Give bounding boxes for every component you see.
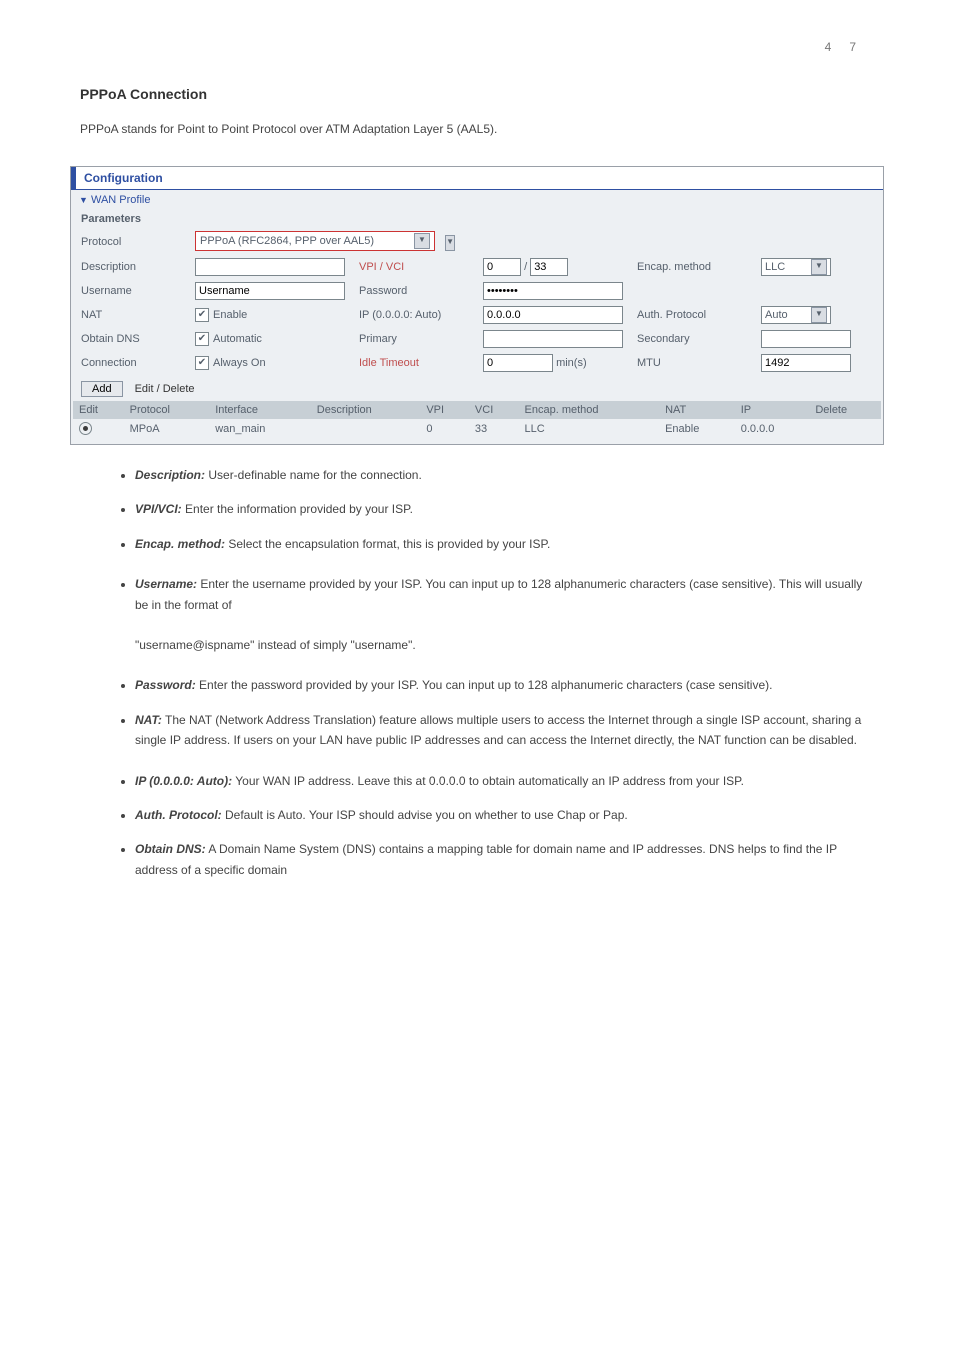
lbl-protocol: Protocol bbox=[81, 236, 191, 248]
panel-section[interactable]: ▼ WAN Profile bbox=[71, 190, 883, 210]
description-list-2: Password: Enter the password provided by… bbox=[80, 675, 874, 880]
lbl-primary: Primary bbox=[359, 333, 479, 345]
auth-select[interactable]: Auto ▼ bbox=[761, 306, 831, 324]
chevron-down-icon[interactable]: ▼ bbox=[811, 307, 827, 323]
description-list: Description: User-definable name for the… bbox=[80, 465, 874, 615]
heading-pppoa: PPPoA Connection bbox=[80, 86, 874, 102]
profile-table: Edit Protocol Interface Description VPI … bbox=[73, 401, 881, 438]
list-item: IP (0.0.0.0: Auto): Your WAN IP address.… bbox=[135, 771, 874, 791]
lbl-obtain-dns: Obtain DNS bbox=[81, 333, 191, 345]
config-panel: Configuration ▼ WAN Profile Parameters P… bbox=[70, 166, 884, 445]
list-item: Auth. Protocol: Default is Auto. Your IS… bbox=[135, 805, 874, 825]
ip-input[interactable] bbox=[483, 306, 623, 324]
chevron-down-icon[interactable]: ▼ bbox=[811, 259, 827, 275]
cell-description bbox=[311, 419, 421, 438]
lbl-vpi-vci: VPI / VCI bbox=[359, 261, 479, 273]
nat-chk-label: Enable bbox=[213, 309, 247, 321]
secondary-input[interactable] bbox=[761, 330, 851, 348]
list-item: Username: Enter the username provided by… bbox=[135, 574, 874, 615]
th-protocol: Protocol bbox=[124, 401, 210, 419]
chevron-down-icon[interactable]: ▼ bbox=[445, 235, 455, 251]
list-item: VPI/VCI: Enter the information provided … bbox=[135, 499, 874, 519]
cell-protocol: MPoA bbox=[124, 419, 210, 438]
chevron-down-icon: ▼ bbox=[79, 195, 88, 205]
encap-value: LLC bbox=[765, 261, 785, 273]
lbl-encap: Encap. method bbox=[637, 261, 757, 273]
auth-value: Auto bbox=[765, 309, 788, 321]
lbl-auth: Auth. Protocol bbox=[637, 309, 757, 321]
th-ip: IP bbox=[735, 401, 810, 419]
table-row: MPoA wan_main 0 33 LLC Enable 0.0.0.0 bbox=[73, 419, 881, 438]
parameters-label: Parameters bbox=[71, 210, 883, 228]
intro-line: PPPoA stands for Point to Point Protocol… bbox=[80, 122, 874, 136]
lbl-ip: IP (0.0.0.0: Auto) bbox=[359, 309, 479, 321]
cell-interface: wan_main bbox=[209, 419, 311, 438]
encap-select[interactable]: LLC ▼ bbox=[761, 258, 831, 276]
lbl-secondary: Secondary bbox=[637, 333, 757, 345]
primary-input[interactable] bbox=[483, 330, 623, 348]
cell-encap: LLC bbox=[519, 419, 660, 438]
lbl-password: Password bbox=[359, 285, 479, 297]
page-number: 47 bbox=[80, 40, 874, 54]
checkbox-icon: ✔ bbox=[195, 332, 209, 346]
list-item-cont: "username@ispname" instead of simply "us… bbox=[135, 635, 874, 655]
dns-checkbox[interactable]: ✔ Automatic bbox=[195, 332, 355, 346]
username-input[interactable] bbox=[195, 282, 345, 300]
cell-nat: Enable bbox=[659, 419, 735, 438]
add-button[interactable]: Add bbox=[81, 381, 123, 397]
th-nat: NAT bbox=[659, 401, 735, 419]
th-edit: Edit bbox=[73, 401, 124, 419]
lbl-description: Description bbox=[81, 261, 191, 273]
th-interface: Interface bbox=[209, 401, 311, 419]
cell-ip: 0.0.0.0 bbox=[735, 419, 810, 438]
th-vci: VCI bbox=[469, 401, 519, 419]
cell-vci: 33 bbox=[469, 419, 519, 438]
dns-chk-label: Automatic bbox=[213, 333, 262, 345]
lbl-nat: NAT bbox=[81, 309, 191, 321]
protocol-value: PPPoA (RFC2864, PPP over AAL5) bbox=[200, 235, 374, 247]
th-vpi: VPI bbox=[420, 401, 469, 419]
panel-section-label: WAN Profile bbox=[91, 194, 151, 206]
lbl-mtu: MTU bbox=[637, 357, 757, 369]
vci-input[interactable] bbox=[530, 258, 568, 276]
checkbox-icon: ✔ bbox=[195, 356, 209, 370]
protocol-select[interactable]: PPPoA (RFC2864, PPP over AAL5) ▼ bbox=[195, 231, 435, 251]
conn-chk-label: Always On bbox=[213, 357, 266, 369]
vpi-input[interactable] bbox=[483, 258, 521, 276]
list-item: Encap. method: Select the encapsulation … bbox=[135, 534, 874, 554]
table-header-row: Edit Protocol Interface Description VPI … bbox=[73, 401, 881, 419]
edit-delete-label: Edit / Delete bbox=[135, 383, 195, 395]
edit-radio[interactable] bbox=[79, 422, 92, 435]
list-item: Password: Enter the password provided by… bbox=[135, 675, 874, 695]
idle-unit: min(s) bbox=[556, 357, 587, 369]
mtu-input[interactable] bbox=[761, 354, 851, 372]
chevron-down-icon[interactable]: ▼ bbox=[414, 233, 430, 249]
description-input[interactable] bbox=[195, 258, 345, 276]
password-input[interactable] bbox=[483, 282, 623, 300]
list-item: Obtain DNS: A Domain Name System (DNS) c… bbox=[135, 839, 874, 880]
lbl-connection: Connection bbox=[81, 357, 191, 369]
checkbox-icon: ✔ bbox=[195, 308, 209, 322]
cell-vpi: 0 bbox=[420, 419, 469, 438]
th-delete: Delete bbox=[809, 401, 881, 419]
list-item: NAT: The NAT (Network Address Translatio… bbox=[135, 710, 874, 751]
list-item: Description: User-definable name for the… bbox=[135, 465, 874, 485]
connection-checkbox[interactable]: ✔ Always On bbox=[195, 356, 355, 370]
th-encap: Encap. method bbox=[519, 401, 660, 419]
idle-input[interactable] bbox=[483, 354, 553, 372]
panel-title: Configuration bbox=[71, 167, 883, 190]
cell-delete[interactable] bbox=[809, 419, 881, 438]
lbl-idle: Idle Timeout bbox=[359, 357, 479, 369]
lbl-username: Username bbox=[81, 285, 191, 297]
th-description: Description bbox=[311, 401, 421, 419]
nat-checkbox[interactable]: ✔ Enable bbox=[195, 308, 355, 322]
